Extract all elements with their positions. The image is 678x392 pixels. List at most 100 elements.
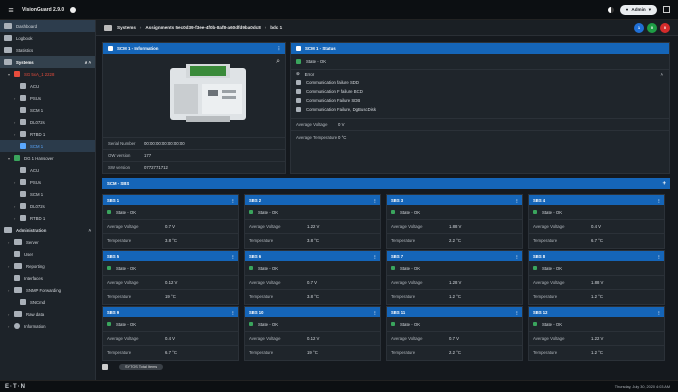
dl-icon — [20, 203, 26, 209]
tree-node-dl072s[interactable]: › DL072s — [0, 200, 95, 212]
temperature-label: Temperature — [249, 294, 274, 299]
error-count-badge[interactable]: 0 — [660, 22, 670, 33]
kebab-menu-icon[interactable]: ⋮ — [231, 254, 238, 259]
tree-node-label: SG 5xA_1 2228 — [24, 71, 55, 77]
total-items-button[interactable]: SYTOS Total Items — [119, 364, 164, 370]
top-bar: ≡ VisionGuard 2.9.0 ● Admin ▾ — [0, 0, 678, 20]
status-key: Average Temperature — [296, 135, 338, 140]
sbs-state: State - OK — [542, 321, 563, 327]
expand-arrow-icon[interactable]: › — [14, 120, 18, 125]
list-icon[interactable] — [102, 364, 108, 370]
tree-node-label: DL072s — [30, 119, 45, 125]
expand-arrow-icon[interactable]: › — [14, 180, 18, 185]
sbs-card-title: SBS 9 — [107, 309, 120, 315]
sidebar-item-logbook[interactable]: Logbook — [0, 32, 95, 44]
expand-arrow-icon[interactable]: › — [8, 324, 12, 329]
sidebar-item-dashboard[interactable]: Dashboard — [0, 20, 95, 32]
tree-node-acu[interactable]: ACU — [0, 164, 95, 176]
user-name: Admin — [631, 7, 646, 12]
kebab-menu-icon[interactable]: ⋮ — [373, 310, 380, 315]
sbs-card-header: SBS 8 ⋮ — [529, 251, 664, 261]
breadcrumb-middle[interactable]: Assignments 5ec0d39-f3ee-4f0b-8af8-a60df… — [145, 25, 260, 30]
kebab-menu-icon[interactable]: ⋮ — [277, 46, 285, 52]
sbs-state-row: State - OK — [387, 205, 522, 219]
kebab-menu-icon[interactable]: ⋮ — [515, 254, 522, 259]
info-count-badge[interactable]: 1 — [634, 22, 644, 33]
sidebar-item-user[interactable]: User — [0, 248, 95, 260]
kebab-menu-icon[interactable]: ⋮ — [657, 310, 664, 315]
expand-arrow-icon[interactable]: › — [14, 96, 18, 101]
tree-node-rtbd[interactable]: › RTBD 1 — [0, 212, 95, 224]
voltage-label: Average Voltage — [107, 280, 139, 285]
expand-arrow-icon[interactable]: › — [8, 264, 12, 269]
expand-arrow-icon[interactable]: › — [8, 288, 12, 293]
sbs-temp-row: Temperature 19 °C — [103, 289, 238, 303]
sidebar-item-administration[interactable]: Administration ˄ — [0, 224, 95, 236]
error-section-header[interactable]: ⊗ Error ˄ — [291, 69, 669, 78]
user-menu-button[interactable]: ● Admin ▾ — [619, 4, 657, 15]
kebab-menu-icon[interactable]: ⋮ — [373, 254, 380, 259]
sidebar-item-snmp-forwarding[interactable]: › SNMP Forwarding — [0, 284, 95, 296]
sbs-state: State - OK — [258, 209, 279, 215]
kebab-menu-icon[interactable]: ⋮ — [515, 198, 522, 203]
collapse-arrow-icon[interactable]: ▾ — [8, 72, 12, 77]
chevron-up-icon[interactable]: ˄ — [660, 72, 669, 77]
expand-arrow-icon[interactable]: › — [14, 216, 18, 221]
kebab-menu-icon[interactable]: ⋮ — [373, 198, 380, 203]
sbs-card: SBS 6 ⋮ State - OK Average Voltage 0.7 V Temp… — [244, 250, 381, 305]
tree-node-system-2[interactable]: ▾ DG 1 Hansover — [0, 152, 95, 164]
expand-arrow-icon[interactable]: › — [8, 312, 12, 317]
collapse-arrow-icon[interactable]: ▾ — [8, 156, 12, 161]
tree-node-acu[interactable]: ACU — [0, 80, 95, 92]
kebab-menu-icon[interactable]: ⋮ — [231, 310, 238, 315]
tree-node-dl072s[interactable]: › DL072s — [0, 116, 95, 128]
tree-node-scm-selected[interactable]: SCM 1 — [0, 140, 95, 152]
sidebar-item-systems[interactable]: Systems ⌕ ˄ — [0, 56, 95, 68]
theme-toggle-icon[interactable] — [607, 6, 614, 13]
kebab-menu-icon[interactable]: ⋮ — [657, 254, 664, 259]
voltage-label: Average Voltage — [533, 280, 565, 285]
sidebar-item-information[interactable]: › Information — [0, 320, 95, 332]
search-icon[interactable]: ⌕ ˄ — [85, 60, 95, 65]
sbs-section-header[interactable]: SCM - SBS + — [102, 178, 670, 189]
tree-node-scm[interactable]: SCM 1 — [0, 188, 95, 200]
panel-title: SCM 1 - Information — [117, 46, 159, 51]
chevron-up-icon[interactable]: ˄ — [88, 228, 95, 233]
breadcrumb-root[interactable]: Systems — [117, 25, 136, 30]
expand-arrow-icon[interactable]: › — [14, 132, 18, 137]
tree-node-psus[interactable]: › PSUs — [0, 92, 95, 104]
expand-arrow-icon[interactable]: › — [14, 204, 18, 209]
systems-icon — [104, 24, 112, 31]
sidebar-item-sncmd[interactable]: SNCmd — [0, 296, 95, 308]
sbs-state-row: State - OK — [245, 205, 380, 219]
hamburger-menu-icon[interactable]: ≡ — [0, 5, 22, 15]
tree-node-label: RTBD 1 — [30, 131, 46, 137]
temperature-label: Temperature — [391, 350, 416, 355]
sbs-state: State - OK — [116, 265, 137, 271]
kebab-menu-icon[interactable]: ⋮ — [231, 198, 238, 203]
sbs-card-title: SBS 12 — [533, 309, 548, 315]
sidebar-item-reporting[interactable]: › Reporting — [0, 260, 95, 272]
kebab-menu-icon[interactable]: ⋮ — [515, 310, 522, 315]
sbs-state: State - OK — [542, 209, 563, 215]
ok-status-icon — [533, 322, 537, 326]
sbs-temp-row: Temperature 1.2 °C — [387, 289, 522, 303]
voltage-value: 0.4 V — [165, 336, 176, 341]
sidebar-item-server[interactable]: › Server — [0, 236, 95, 248]
kebab-menu-icon[interactable]: ⋮ — [657, 198, 664, 203]
device-image — [170, 64, 246, 122]
expand-arrow-icon[interactable]: › — [8, 240, 12, 245]
tree-node-label: PSUs — [30, 179, 41, 185]
expand-icon[interactable]: + — [662, 181, 670, 187]
sidebar-item-statistics[interactable]: Statistics — [0, 44, 95, 56]
sidebar-item-raw-data[interactable]: › Raw data — [0, 308, 95, 320]
tree-node-rtbd[interactable]: › RTBD 1 — [0, 128, 95, 140]
logout-icon[interactable] — [663, 6, 670, 13]
tree-node-system-1[interactable]: ▾ SG 5xA_1 2228 — [0, 68, 95, 80]
zoom-icon[interactable]: ⌕ — [276, 58, 280, 66]
tree-node-scm[interactable]: SCM 1 — [0, 104, 95, 116]
sbs-state: State - OK — [400, 209, 421, 215]
tree-node-psus[interactable]: › PSUs — [0, 176, 95, 188]
sidebar-item-interfaces[interactable]: Interfaces — [0, 272, 95, 284]
ok-count-badge[interactable]: 0 — [647, 22, 657, 33]
